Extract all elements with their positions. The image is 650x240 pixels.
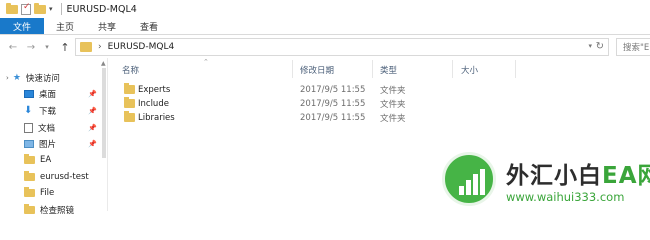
sidebar-item-pictures[interactable]: 图片 📌 [0,136,108,152]
file-date: 2017/9/5 11:55 [300,85,366,95]
customize-toolbar-icon[interactable]: ▾ [49,2,53,16]
chevron-right-icon[interactable]: › [98,42,102,52]
sidebar-item-label: 桌面 [39,90,57,100]
sidebar-item-folder[interactable]: 检查照镜 [0,202,108,218]
chevron-down-icon[interactable]: ▾ [588,42,592,50]
up-arrow-icon[interactable]: ↑ [58,41,72,54]
download-icon: ⬇ [24,105,33,116]
column-divider[interactable] [452,60,453,78]
file-type: 文件夹 [380,100,406,110]
file-name[interactable]: Experts [138,85,170,95]
file-date: 2017/9/5 11:55 [300,113,366,123]
folder-icon [24,204,35,214]
column-header-type[interactable]: 类型 [380,64,397,76]
folder-icon [124,97,135,108]
watermark-title: 外汇小白EA网 [506,156,650,190]
navigation-pane: › ★ 快速访问 桌面 📌 ⬇ 下载 📌 文档 📌 图片 📌 EA eurusd… [0,58,108,216]
title-divider [60,3,62,15]
new-folder-icon[interactable] [34,2,46,16]
column-header-name[interactable]: 名称 [122,64,139,76]
column-divider[interactable] [292,60,293,78]
window-title: EURUSD-MQL4 [66,3,137,15]
column-header-size[interactable]: 大小 [461,64,478,76]
forward-arrow-icon[interactable]: → [24,42,38,53]
sidebar-item-downloads[interactable]: ⬇ 下载 📌 [0,103,108,119]
file-name[interactable]: Libraries [138,113,175,123]
desktop-icon [24,90,34,98]
sidebar-item-label: 文档 [38,124,56,134]
tab-share[interactable]: 共享 [86,18,128,34]
watermark-title-dark: 外汇小白 [506,163,602,189]
sidebar-item-label: 检查照镜 [40,206,75,216]
star-icon: ★ [12,73,21,83]
sort-caret-icon: ⌃ [203,58,209,66]
properties-icon[interactable] [21,2,31,16]
recent-locations-icon[interactable]: ▾ [40,43,54,51]
watermark-title-green: EA网 [602,163,650,189]
address-bar[interactable]: › EURUSD-MQL4 ▾ ↻ [75,38,609,56]
sidebar-item-label: File [40,188,55,198]
sidebar-item-documents[interactable]: 文档 📌 [0,120,108,136]
picture-icon [24,140,34,148]
list-item[interactable]: Libraries 2017/9/5 11:55 文件夹 [110,111,650,125]
file-name[interactable]: Include [138,99,169,109]
watermark-logo: 外汇小白EA网 www.waihui333.com [440,152,650,211]
sidebar-item-label: 下载 [39,107,57,117]
scroll-up-icon[interactable]: ▲ [101,60,106,67]
sidebar-item-desktop[interactable]: 桌面 📌 [0,86,108,102]
sidebar-item-label: EA [40,155,52,165]
column-divider[interactable] [515,60,516,78]
folder-icon [24,154,35,164]
nav-scrollbar[interactable]: ▲ [100,58,108,211]
file-type: 文件夹 [380,114,406,124]
folder-icon [80,42,92,52]
file-type: 文件夹 [380,86,406,96]
column-divider[interactable] [372,60,373,78]
pin-icon[interactable]: 📌 [88,140,97,148]
sidebar-item-label: 图片 [39,140,57,150]
column-header-date[interactable]: 修改日期 [300,64,334,76]
sidebar-item-file[interactable]: File [0,185,108,201]
address-row: ← → ▾ ↑ › EURUSD-MQL4 ▾ ↻ 搜索"EURUSD-MQL4… [0,36,650,58]
sidebar-item-label: 快速访问 [25,74,60,84]
tab-view[interactable]: 查看 [128,18,170,34]
scrollbar-thumb[interactable] [102,68,106,158]
address-path[interactable]: EURUSD-MQL4 [108,42,175,52]
tab-home[interactable]: 主页 [44,18,86,34]
tab-file[interactable]: 文件 [0,18,45,34]
folder-icon [24,187,35,197]
back-arrow-icon[interactable]: ← [6,42,20,53]
list-item[interactable]: Include 2017/9/5 11:55 文件夹 [110,97,650,111]
column-headers: ⌃ 名称 修改日期 类型 大小 [110,58,650,80]
refresh-icon[interactable]: ↻ [596,41,604,52]
pin-icon[interactable]: 📌 [88,124,97,132]
title-bar: ▾ EURUSD-MQL4 [0,0,650,18]
document-icon [24,123,33,133]
folder-icon [24,171,35,181]
file-date: 2017/9/5 11:55 [300,99,366,109]
list-item[interactable]: Experts 2017/9/5 11:55 文件夹 [110,83,650,97]
sidebar-item-quick-access[interactable]: › ★ 快速访问 [0,70,108,86]
watermark-url: www.waihui333.com [506,190,625,204]
folder-icon [124,83,135,94]
pin-icon[interactable]: 📌 [88,90,97,98]
bar-chart-logo-icon [442,152,496,206]
folder-icon[interactable] [6,2,18,16]
search-input[interactable]: 搜索"EURUSD-MQL4" [616,38,650,56]
folder-icon [124,111,135,122]
pin-icon[interactable]: 📌 [88,107,97,115]
chevron-down-icon[interactable]: › [6,74,9,82]
sidebar-item-label: eurusd-test [40,172,89,182]
sidebar-item-ea[interactable]: EA [0,152,108,168]
ribbon-tabs: 文件 主页 共享 查看 [0,18,650,35]
sidebar-item-eurusd-test[interactable]: eurusd-test [0,169,108,185]
